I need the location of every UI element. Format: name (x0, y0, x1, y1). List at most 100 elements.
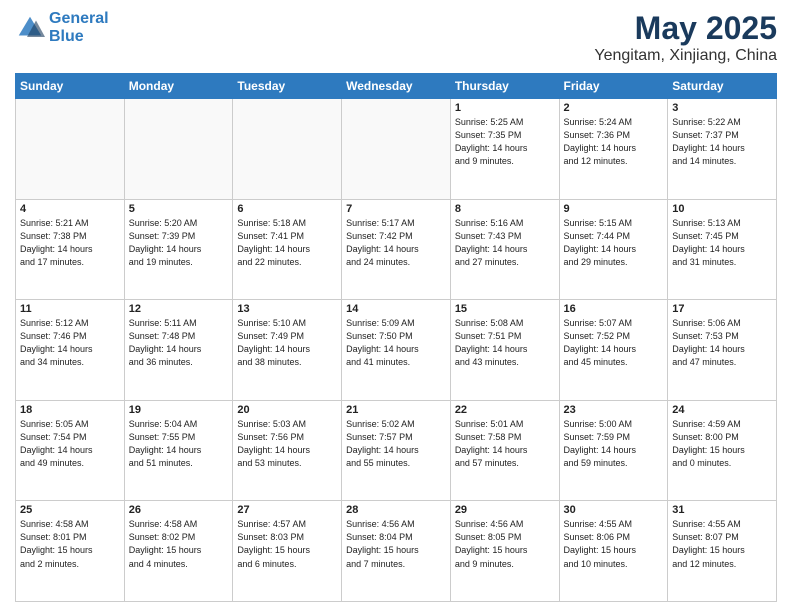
location-title: Yengitam, Xinjiang, China (594, 47, 777, 65)
calendar-cell: 28 Sunrise: 4:56 AM Sunset: 8:04 PM Dayli… (342, 501, 451, 602)
day-number: 25 (20, 504, 120, 516)
month-title: May 2025 (594, 10, 777, 47)
calendar-table: SundayMondayTuesdayWednesdayThursdayFrid… (15, 73, 777, 602)
calendar-cell (233, 99, 342, 200)
day-info: Sunrise: 5:00 AM Sunset: 7:59 PM Dayligh… (564, 418, 664, 470)
calendar-cell: 6 Sunrise: 5:18 AM Sunset: 7:41 PM Daylig… (233, 199, 342, 300)
calendar-cell: 18Sunrise: 5:05 AM Sunset: 7:54 PM Dayli… (16, 400, 125, 501)
calendar-cell: 13 Sunrise: 5:10 AM Sunset: 7:49 PM Dayli… (233, 300, 342, 401)
day-info: Sunrise: 5:09 AM Sunset: 7:50 PM Dayligh… (346, 317, 446, 369)
day-number: 3 (672, 102, 772, 114)
day-number: 23 (564, 404, 664, 416)
day-number: 18 (20, 404, 120, 416)
day-number: 7 (346, 203, 446, 215)
day-info: Sunrise: 5:06 AM Sunset: 7:53 PM Dayligh… (672, 317, 772, 369)
calendar-cell: 3Sunrise: 5:22 AM Sunset: 7:37 PM Daylig… (668, 99, 777, 200)
calendar-cell: 23 Sunrise: 5:00 AM Sunset: 7:59 PM Dayli… (559, 400, 668, 501)
calendar-week-5: 25Sunrise: 4:58 AM Sunset: 8:01 PM Dayli… (16, 501, 777, 602)
day-number: 2 (564, 102, 664, 114)
calendar-week-2: 4 Sunrise: 5:21 AM Sunset: 7:38 PM Daylig… (16, 199, 777, 300)
day-number: 11 (20, 303, 120, 315)
calendar-cell: 15 Sunrise: 5:08 AM Sunset: 7:51 PM Dayli… (450, 300, 559, 401)
day-number: 15 (455, 303, 555, 315)
day-number: 6 (237, 203, 337, 215)
title-block: May 2025 Yengitam, Xinjiang, China (594, 10, 777, 65)
day-number: 29 (455, 504, 555, 516)
day-number: 9 (564, 203, 664, 215)
calendar-cell: 7Sunrise: 5:17 AM Sunset: 7:42 PM Daylig… (342, 199, 451, 300)
day-number: 24 (672, 404, 772, 416)
calendar-cell: 4 Sunrise: 5:21 AM Sunset: 7:38 PM Daylig… (16, 199, 125, 300)
day-info: Sunrise: 5:21 AM Sunset: 7:38 PM Dayligh… (20, 217, 120, 269)
weekday-header-thursday: Thursday (450, 74, 559, 99)
weekday-header-monday: Monday (124, 74, 233, 99)
calendar-cell (16, 99, 125, 200)
logo-icon (15, 13, 45, 43)
calendar-cell: 9 Sunrise: 5:15 AM Sunset: 7:44 PM Daylig… (559, 199, 668, 300)
calendar-cell: 10 Sunrise: 5:13 AM Sunset: 7:45 PM Dayli… (668, 199, 777, 300)
day-number: 12 (129, 303, 229, 315)
calendar-cell: 22 Sunrise: 5:01 AM Sunset: 7:58 PM Dayli… (450, 400, 559, 501)
calendar-cell: 24 Sunrise: 4:59 AM Sunset: 8:00 PM Dayli… (668, 400, 777, 501)
day-number: 14 (346, 303, 446, 315)
day-info: Sunrise: 5:11 AM Sunset: 7:48 PM Dayligh… (129, 317, 229, 369)
day-number: 20 (237, 404, 337, 416)
day-info: Sunrise: 5:13 AM Sunset: 7:45 PM Dayligh… (672, 217, 772, 269)
calendar-cell: 30Sunrise: 4:55 AM Sunset: 8:06 PM Dayli… (559, 501, 668, 602)
day-number: 27 (237, 504, 337, 516)
calendar-week-1: 1Sunrise: 5:25 AM Sunset: 7:35 PM Daylig… (16, 99, 777, 200)
calendar-cell: 27 Sunrise: 4:57 AM Sunset: 8:03 PM Dayli… (233, 501, 342, 602)
day-info: Sunrise: 5:10 AM Sunset: 7:49 PM Dayligh… (237, 317, 337, 369)
day-info: Sunrise: 5:15 AM Sunset: 7:44 PM Dayligh… (564, 217, 664, 269)
calendar-cell: 8 Sunrise: 5:16 AM Sunset: 7:43 PM Daylig… (450, 199, 559, 300)
calendar-cell: 21Sunrise: 5:02 AM Sunset: 7:57 PM Dayli… (342, 400, 451, 501)
day-number: 31 (672, 504, 772, 516)
day-info: Sunrise: 4:55 AM Sunset: 8:06 PM Dayligh… (564, 518, 664, 570)
calendar-cell: 14 Sunrise: 5:09 AM Sunset: 7:50 PM Dayli… (342, 300, 451, 401)
day-info: Sunrise: 5:02 AM Sunset: 7:57 PM Dayligh… (346, 418, 446, 470)
day-info: Sunrise: 4:59 AM Sunset: 8:00 PM Dayligh… (672, 418, 772, 470)
calendar-cell: 29 Sunrise: 4:56 AM Sunset: 8:05 PM Dayli… (450, 501, 559, 602)
calendar-cell: 19 Sunrise: 5:04 AM Sunset: 7:55 PM Dayli… (124, 400, 233, 501)
weekday-header-friday: Friday (559, 74, 668, 99)
day-number: 19 (129, 404, 229, 416)
calendar-cell: 1Sunrise: 5:25 AM Sunset: 7:35 PM Daylig… (450, 99, 559, 200)
day-number: 28 (346, 504, 446, 516)
day-number: 4 (20, 203, 120, 215)
calendar-week-4: 18Sunrise: 5:05 AM Sunset: 7:54 PM Dayli… (16, 400, 777, 501)
day-number: 8 (455, 203, 555, 215)
day-number: 5 (129, 203, 229, 215)
calendar-week-3: 11 Sunrise: 5:12 AM Sunset: 7:46 PM Dayli… (16, 300, 777, 401)
calendar-cell: 12 Sunrise: 5:11 AM Sunset: 7:48 PM Dayli… (124, 300, 233, 401)
day-info: Sunrise: 5:16 AM Sunset: 7:43 PM Dayligh… (455, 217, 555, 269)
day-number: 10 (672, 203, 772, 215)
day-info: Sunrise: 5:18 AM Sunset: 7:41 PM Dayligh… (237, 217, 337, 269)
day-info: Sunrise: 4:57 AM Sunset: 8:03 PM Dayligh… (237, 518, 337, 570)
day-info: Sunrise: 5:04 AM Sunset: 7:55 PM Dayligh… (129, 418, 229, 470)
page: General Blue May 2025 Yengitam, Xinjiang… (0, 0, 792, 612)
day-info: Sunrise: 5:01 AM Sunset: 7:58 PM Dayligh… (455, 418, 555, 470)
day-info: Sunrise: 5:07 AM Sunset: 7:52 PM Dayligh… (564, 317, 664, 369)
calendar-cell: 17Sunrise: 5:06 AM Sunset: 7:53 PM Dayli… (668, 300, 777, 401)
day-info: Sunrise: 4:56 AM Sunset: 8:04 PM Dayligh… (346, 518, 446, 570)
day-number: 13 (237, 303, 337, 315)
calendar-cell (342, 99, 451, 200)
weekday-header-wednesday: Wednesday (342, 74, 451, 99)
logo-text: General Blue (49, 10, 109, 45)
weekday-header-saturday: Saturday (668, 74, 777, 99)
day-info: Sunrise: 5:24 AM Sunset: 7:36 PM Dayligh… (564, 116, 664, 168)
calendar-cell: 31 Sunrise: 4:55 AM Sunset: 8:07 PM Dayli… (668, 501, 777, 602)
day-number: 26 (129, 504, 229, 516)
day-number: 22 (455, 404, 555, 416)
day-info: Sunrise: 5:12 AM Sunset: 7:46 PM Dayligh… (20, 317, 120, 369)
calendar-cell: 20Sunrise: 5:03 AM Sunset: 7:56 PM Dayli… (233, 400, 342, 501)
weekday-header-tuesday: Tuesday (233, 74, 342, 99)
day-info: Sunrise: 4:55 AM Sunset: 8:07 PM Dayligh… (672, 518, 772, 570)
calendar-cell: 26Sunrise: 4:58 AM Sunset: 8:02 PM Dayli… (124, 501, 233, 602)
day-number: 16 (564, 303, 664, 315)
day-info: Sunrise: 5:08 AM Sunset: 7:51 PM Dayligh… (455, 317, 555, 369)
calendar-cell: 11 Sunrise: 5:12 AM Sunset: 7:46 PM Dayli… (16, 300, 125, 401)
day-info: Sunrise: 4:56 AM Sunset: 8:05 PM Dayligh… (455, 518, 555, 570)
calendar-cell: 25Sunrise: 4:58 AM Sunset: 8:01 PM Dayli… (16, 501, 125, 602)
day-number: 1 (455, 102, 555, 114)
